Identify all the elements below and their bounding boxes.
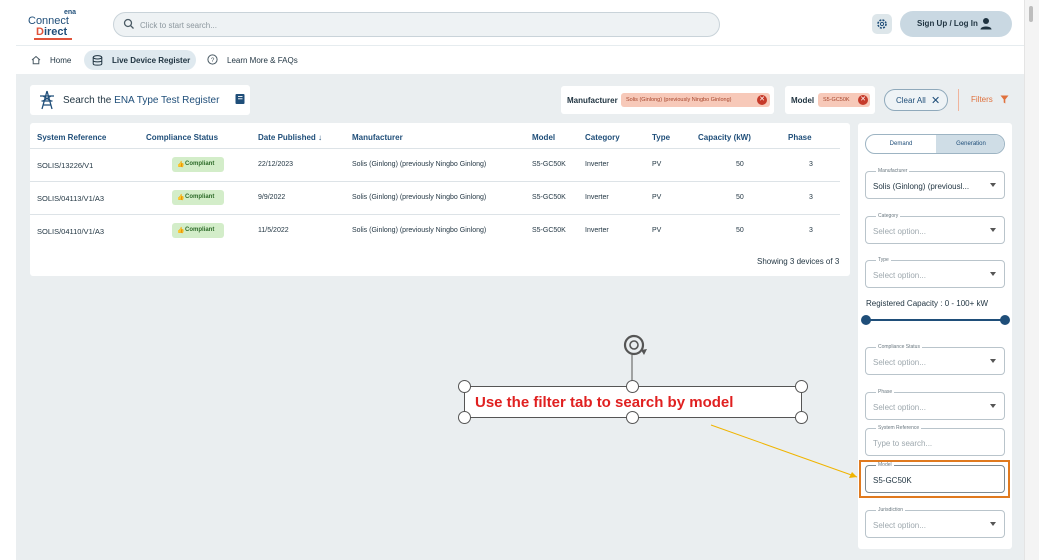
resize-handle bbox=[458, 411, 471, 424]
annotation-text: Use the filter tab to search by model bbox=[475, 394, 734, 411]
annotation-arrow bbox=[710, 424, 858, 478]
rotate-handle-icon bbox=[623, 334, 647, 356]
resize-handle bbox=[458, 380, 471, 393]
resize-handle bbox=[795, 380, 808, 393]
resize-handle bbox=[626, 411, 639, 424]
resize-handle bbox=[626, 380, 639, 393]
resize-handle bbox=[795, 411, 808, 424]
